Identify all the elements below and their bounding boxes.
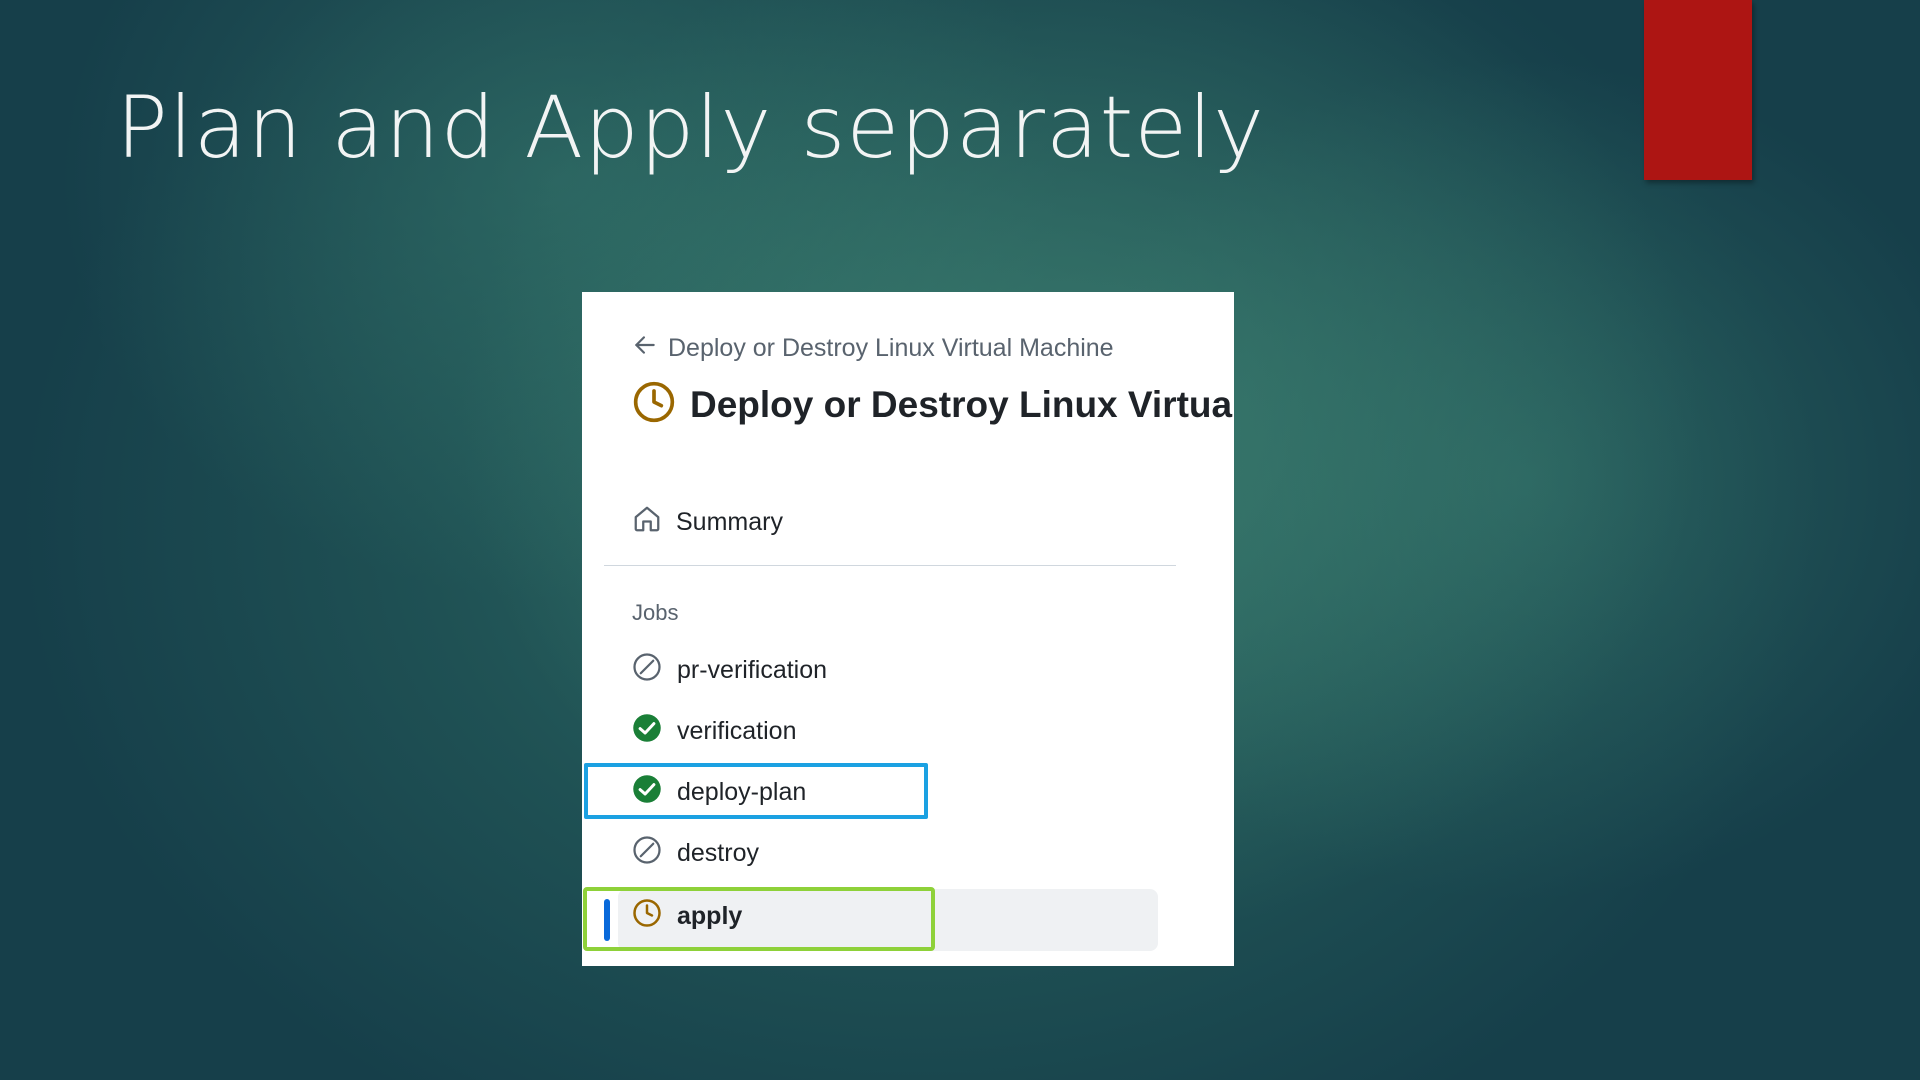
red-accent-bar bbox=[1644, 0, 1752, 180]
summary-link[interactable]: Summary bbox=[632, 504, 783, 541]
job-item-verification[interactable]: verification bbox=[632, 713, 797, 750]
back-link-label: Deploy or Destroy Linux Virtual Machine bbox=[668, 334, 1114, 362]
clock-icon bbox=[632, 380, 690, 429]
workflow-run-panel: Deploy or Destroy Linux Virtual Machine … bbox=[582, 292, 1234, 966]
jobs-heading: Jobs bbox=[632, 600, 679, 625]
job-label: destroy bbox=[677, 839, 759, 867]
job-label: pr-verification bbox=[677, 656, 828, 684]
arrow-left-icon bbox=[632, 332, 668, 365]
divider bbox=[604, 565, 1176, 566]
back-link[interactable]: Deploy or Destroy Linux Virtual Machine bbox=[632, 332, 1114, 365]
run-title: Deploy or Destroy Linux Virtual bbox=[690, 383, 1234, 425]
highlight-box-apply bbox=[583, 887, 935, 951]
job-item-destroy[interactable]: destroy bbox=[632, 835, 759, 872]
run-title-row: Deploy or Destroy Linux Virtual bbox=[632, 380, 1234, 429]
job-item-pr-verification[interactable]: pr-verification bbox=[632, 652, 827, 689]
slide-title: Plan and Apply separately bbox=[116, 78, 1266, 178]
skipped-icon bbox=[632, 652, 677, 689]
summary-label: Summary bbox=[676, 508, 783, 536]
job-label: verification bbox=[677, 717, 797, 745]
home-icon bbox=[632, 504, 676, 541]
highlight-box-deploy-plan bbox=[584, 763, 928, 819]
skipped-icon bbox=[632, 835, 677, 872]
check-circle-icon bbox=[632, 713, 677, 750]
